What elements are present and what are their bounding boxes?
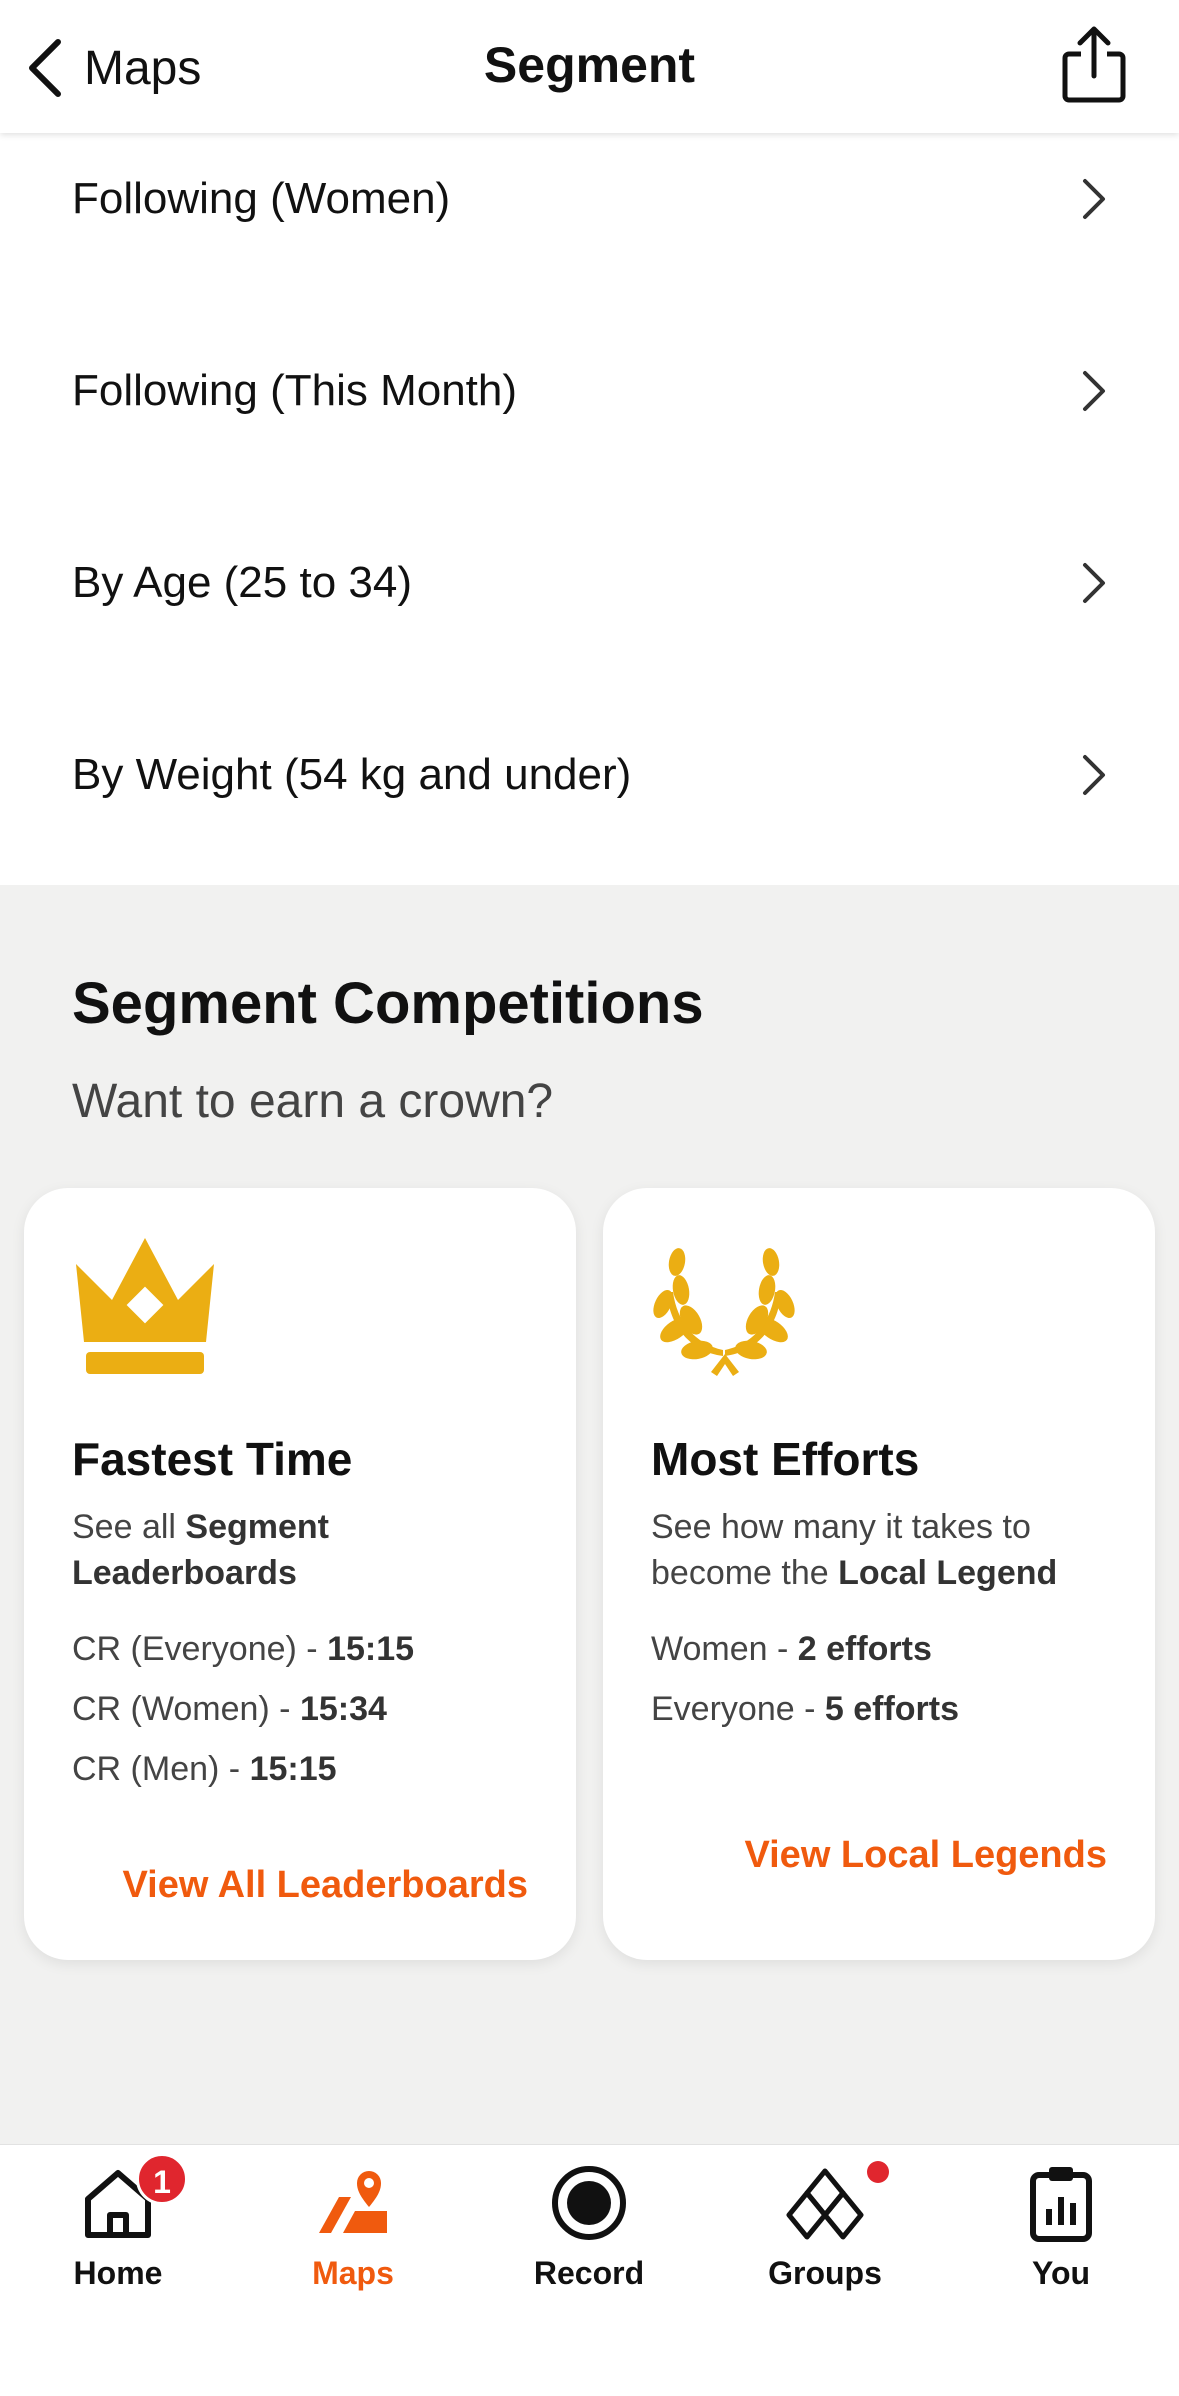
section-subtitle: Want to earn a crown?	[72, 1075, 554, 1128]
tab-home[interactable]: 1 Home	[0, 2153, 236, 2292]
view-all-leaderboards-link[interactable]: View All Leaderboards	[123, 1864, 528, 1907]
stat-label: Women -	[651, 1630, 798, 1668]
stat-value: 5 efforts	[824, 1690, 959, 1728]
record-icon	[549, 2163, 629, 2243]
stat-row: CR (Men) - 15:15	[72, 1746, 414, 1806]
tab-record[interactable]: Record	[471, 2163, 707, 2292]
list-item-by-age[interactable]: By Age (25 to 34)	[0, 487, 1179, 679]
bottom-tab-bar: 1 Home Maps Record Groups You	[0, 2144, 1179, 2396]
you-icon	[1021, 2163, 1101, 2243]
top-nav-bar: Maps Segment	[0, 0, 1179, 133]
tab-label: Home	[73, 2255, 163, 2291]
stat-value: 15:15	[327, 1630, 415, 1668]
laurel-icon	[653, 1248, 795, 1376]
list-item-following-women[interactable]: Following (Women)	[0, 133, 1179, 295]
card-description: See how many it takes to become the Loca…	[651, 1504, 1121, 1596]
list-item-label: Following (Women)	[72, 174, 451, 223]
tab-label: Record	[533, 2255, 645, 2291]
share-button[interactable]	[1059, 24, 1129, 104]
section-title: Segment Competitions	[72, 971, 704, 1036]
card-title: Most Efforts	[651, 1433, 920, 1485]
groups-icon	[785, 2161, 889, 2243]
stat-value: 15:15	[249, 1750, 337, 1788]
stats-list: Women - 2 efforts Everyone - 5 efforts	[651, 1626, 959, 1746]
crown-icon	[76, 1238, 214, 1374]
stats-list: CR (Everyone) - 15:15 CR (Women) - 15:34…	[72, 1626, 414, 1806]
chevron-right-icon	[1083, 179, 1105, 219]
maps-icon	[313, 2163, 393, 2243]
leaderboard-filter-list: Following (Women) Following (This Month)…	[0, 133, 1179, 885]
chevron-right-icon	[1083, 755, 1105, 795]
card-description: See all Segment Leaderboards	[72, 1504, 542, 1596]
share-icon	[1062, 26, 1126, 103]
card-description-text: See all	[72, 1508, 186, 1546]
card-title: Fastest Time	[72, 1433, 353, 1485]
list-item-following-this-month[interactable]: Following (This Month)	[0, 295, 1179, 487]
view-local-legends-link[interactable]: View Local Legends	[744, 1834, 1107, 1877]
list-item-label: By Weight (54 kg and under)	[72, 750, 632, 799]
notification-dot	[867, 2161, 889, 2183]
tab-groups[interactable]: Groups	[707, 2161, 943, 2292]
tab-label: You	[1031, 2255, 1091, 2291]
tab-you[interactable]: You	[943, 2163, 1179, 2292]
chevron-right-icon	[1083, 563, 1105, 603]
stat-label: CR (Men) -	[72, 1750, 250, 1788]
card-description-bold: Local Legend	[838, 1554, 1058, 1592]
tab-maps[interactable]: Maps	[235, 2163, 471, 2292]
stat-value: 15:34	[299, 1690, 387, 1728]
fastest-time-card: Fastest Time See all Segment Leaderboard…	[24, 1188, 576, 1960]
list-item-by-weight[interactable]: By Weight (54 kg and under)	[0, 679, 1179, 871]
stat-row: Everyone - 5 efforts	[651, 1686, 959, 1746]
stat-label: Everyone -	[651, 1690, 825, 1728]
page-title: Segment	[483, 37, 696, 93]
notification-badge: 1	[136, 2153, 188, 2205]
stat-row: CR (Women) - 15:34	[72, 1686, 414, 1746]
tab-label: Maps	[312, 2255, 394, 2291]
most-efforts-card: Most Efforts See how many it takes to be…	[603, 1188, 1155, 1960]
stat-label: CR (Everyone) -	[72, 1630, 328, 1668]
stat-row: CR (Everyone) - 15:15	[72, 1626, 414, 1686]
chevron-right-icon	[1083, 371, 1105, 411]
list-item-label: By Age (25 to 34)	[72, 558, 412, 607]
stat-label: CR (Women) -	[72, 1690, 300, 1728]
stat-row: Women - 2 efforts	[651, 1626, 959, 1686]
home-icon: 1	[78, 2153, 188, 2243]
stat-value: 2 efforts	[797, 1630, 932, 1668]
tab-label: Groups	[768, 2255, 882, 2291]
list-item-label: Following (This Month)	[72, 366, 518, 415]
